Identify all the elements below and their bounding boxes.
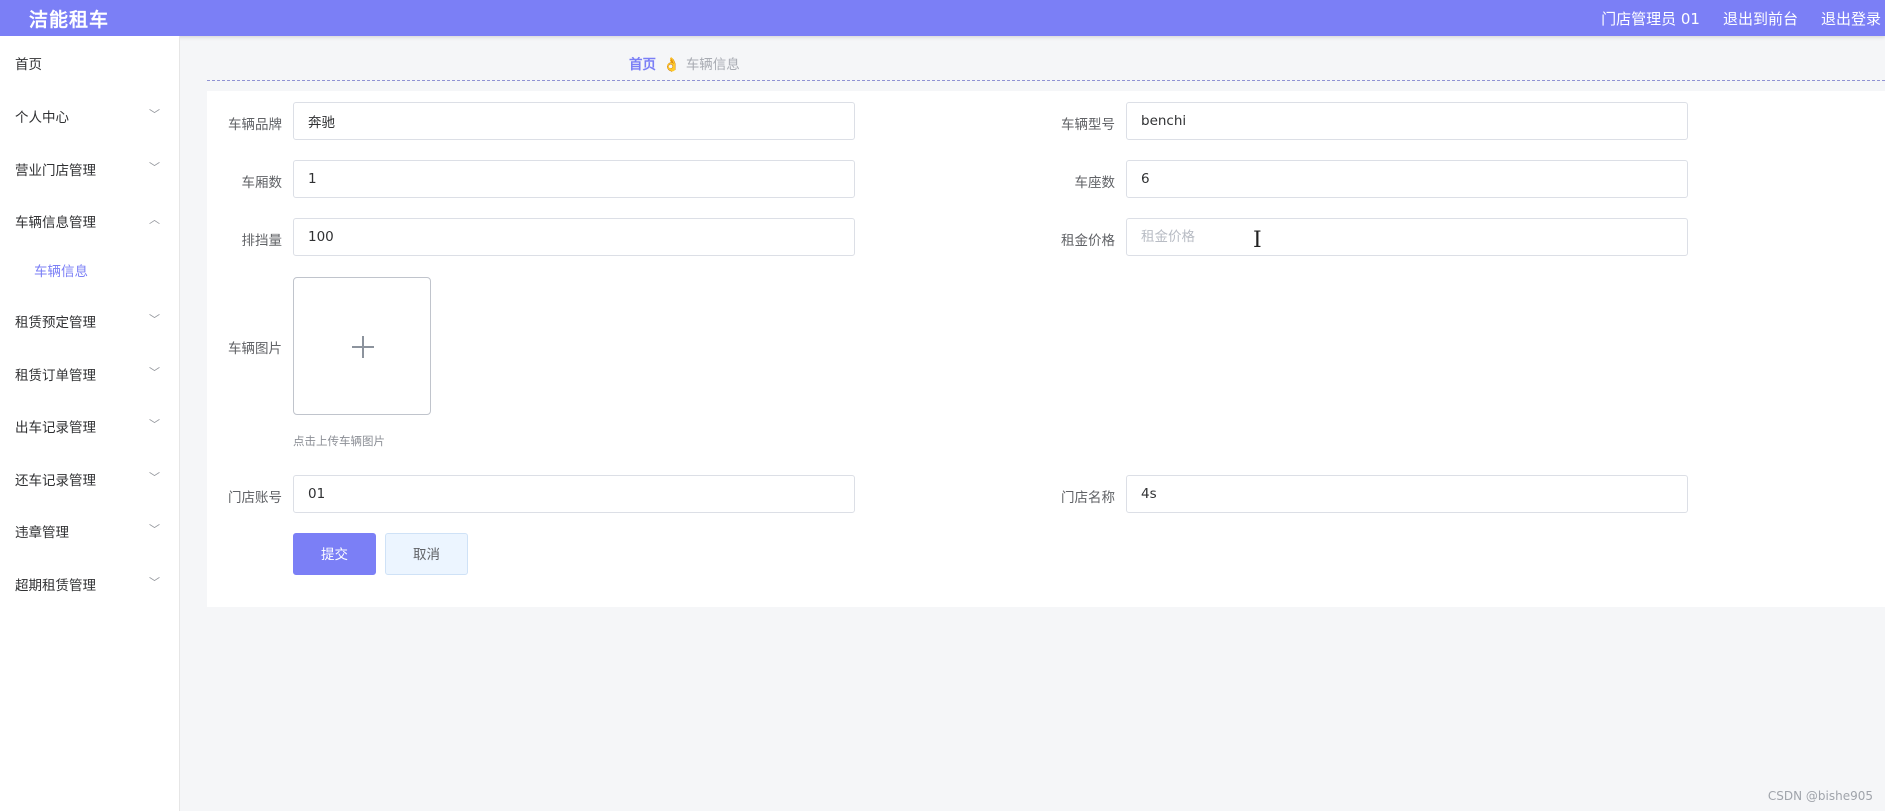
sidebar-item-label: 租赁预定管理 — [15, 315, 96, 331]
sidebar-item-home[interactable]: 首页 — [0, 42, 179, 82]
sidebar-menu: 首页 个人中心 ﹀ 营业门店管理 ﹀ 车辆信息管理 ︿ 车辆信息 租赁预定管理 … — [0, 36, 180, 811]
brand-label: 车辆品牌 — [228, 117, 282, 133]
sidebar-item-label: 超期租赁管理 — [15, 578, 96, 594]
brand-input[interactable] — [293, 102, 855, 140]
image-label: 车辆图片 — [228, 341, 282, 357]
sidebar-item-return-records[interactable]: 还车记录管理 ﹀ — [0, 458, 179, 498]
breadcrumb-divider — [207, 80, 1885, 81]
header-actions: 门店管理员 01 退出到前台 退出登录 — [1578, 8, 1881, 29]
image-upload-button[interactable] — [293, 277, 431, 415]
current-user-label: 门店管理员 01 — [1601, 10, 1700, 28]
top-header: 洁能租车 门店管理员 01 退出到前台 退出登录 — [0, 0, 1885, 36]
sidebar-item-store-management[interactable]: 营业门店管理 ﹀ — [0, 148, 179, 188]
chevron-down-icon: ﹀ — [149, 418, 160, 431]
chevron-down-icon: ﹀ — [149, 161, 160, 174]
breadcrumb-home-link[interactable]: 首页 — [629, 57, 656, 73]
store-account-label: 门店账号 — [228, 490, 282, 506]
breadcrumb-current: 车辆信息 — [685, 57, 740, 73]
chevron-up-icon: ︿ — [149, 213, 160, 226]
logout-link[interactable]: 退出登录 — [1821, 8, 1881, 29]
store-name-input[interactable] — [1126, 475, 1688, 513]
sidebar-item-label: 个人中心 — [15, 110, 69, 126]
sidebar-item-rental-orders[interactable]: 租赁订单管理 ﹀ — [0, 353, 179, 393]
chevron-down-icon: ﹀ — [149, 366, 160, 379]
sidebar-item-overdue-rental[interactable]: 超期租赁管理 ﹀ — [0, 563, 179, 603]
model-input[interactable] — [1126, 102, 1688, 140]
displacement-input[interactable] — [293, 218, 855, 256]
back-to-front-link[interactable]: 退出到前台 — [1723, 8, 1798, 29]
sidebar-item-label: 车辆信息 — [34, 264, 88, 280]
compartments-label: 车厢数 — [241, 175, 283, 191]
seats-input[interactable] — [1126, 160, 1688, 198]
chevron-down-icon: ﹀ — [149, 523, 160, 536]
breadcrumb: 首页 👌 车辆信息 — [629, 53, 740, 73]
displacement-label: 排挡量 — [241, 233, 283, 249]
sidebar-item-label: 车辆信息管理 — [15, 215, 96, 231]
seats-label: 车座数 — [1074, 175, 1116, 191]
sidebar-item-label: 租赁订单管理 — [15, 368, 96, 384]
sidebar-item-label: 首页 — [15, 57, 42, 73]
sidebar-item-label: 出车记录管理 — [15, 420, 96, 436]
sidebar-item-personal-center[interactable]: 个人中心 ﹀ — [0, 95, 179, 135]
sidebar-item-label: 违章管理 — [15, 525, 69, 541]
app-title: 洁能租车 — [29, 9, 110, 31]
sidebar-item-label: 营业门店管理 — [15, 163, 96, 179]
sidebar-item-vehicle-info[interactable]: 车辆信息 — [0, 249, 179, 289]
store-name-label: 门店名称 — [1061, 490, 1115, 506]
store-account-input[interactable] — [293, 475, 855, 513]
submit-button[interactable]: 提交 — [293, 533, 376, 575]
upload-tip: 点击上传车辆图片 — [293, 434, 385, 448]
sidebar-item-label: 还车记录管理 — [15, 473, 96, 489]
compartments-input[interactable] — [293, 160, 855, 198]
chevron-down-icon: ﹀ — [149, 576, 160, 589]
cancel-button[interactable]: 取消 — [385, 533, 468, 575]
rent-price-input[interactable] — [1126, 218, 1688, 256]
chevron-down-icon: ﹀ — [149, 313, 160, 326]
chevron-down-icon: ﹀ — [149, 108, 160, 121]
sidebar-item-violations[interactable]: 违章管理 ﹀ — [0, 510, 179, 550]
ok-hand-icon: 👌 — [663, 57, 680, 73]
text-cursor-icon: I — [1253, 228, 1262, 253]
chevron-down-icon: ﹀ — [149, 471, 160, 484]
rent-price-label: 租金价格 — [1061, 233, 1115, 249]
sidebar-item-rental-booking[interactable]: 租赁预定管理 ﹀ — [0, 300, 179, 340]
model-label: 车辆型号 — [1061, 117, 1115, 133]
watermark: CSDN @bishe905 — [1767, 789, 1873, 803]
sidebar-item-departure-records[interactable]: 出车记录管理 ﹀ — [0, 405, 179, 445]
sidebar-item-vehicle-management[interactable]: 车辆信息管理 ︿ — [0, 200, 179, 240]
